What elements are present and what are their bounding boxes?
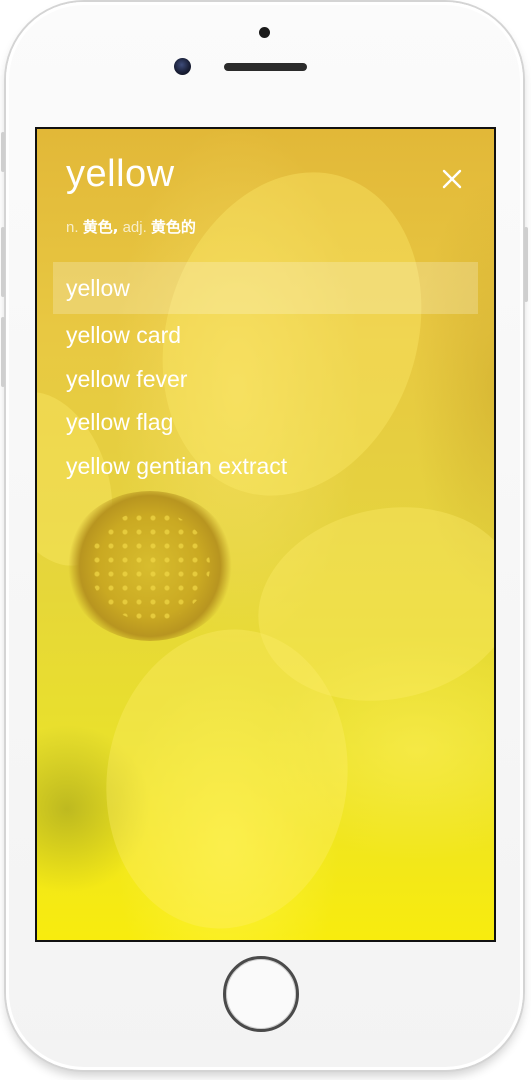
part-of-speech-noun: n.	[66, 219, 79, 236]
close-button[interactable]	[437, 164, 467, 194]
suggestion-item[interactable]: yellow flag	[53, 401, 478, 445]
word-title: yellow	[66, 153, 175, 195]
suggestion-item[interactable]: yellow gentian extract	[53, 445, 478, 489]
meaning-adj: 黄色的	[150, 218, 196, 236]
definition-line: n. 黄色, adj. 黄色的	[66, 216, 196, 237]
front-camera	[174, 58, 191, 75]
close-icon	[442, 169, 462, 189]
flower-center	[65, 491, 235, 641]
part-of-speech-adj: adj.	[122, 219, 147, 236]
suggestion-item[interactable]: yellow card	[53, 314, 478, 358]
camera-dot	[259, 27, 270, 38]
meaning-noun: 黄色,	[82, 218, 119, 236]
screen: yellow n. 黄色, adj. 黄色的 yellow yellow car…	[35, 127, 496, 942]
home-button[interactable]	[223, 956, 299, 1032]
earpiece-speaker	[224, 63, 307, 71]
suggestion-list: yellow yellow card yellow fever yellow f…	[53, 262, 478, 488]
suggestion-item[interactable]: yellow	[53, 262, 478, 314]
suggestion-item[interactable]: yellow fever	[53, 358, 478, 402]
volume-up-button	[1, 227, 5, 297]
power-button	[524, 227, 528, 302]
volume-down-button	[1, 317, 5, 387]
side-button	[1, 132, 5, 172]
